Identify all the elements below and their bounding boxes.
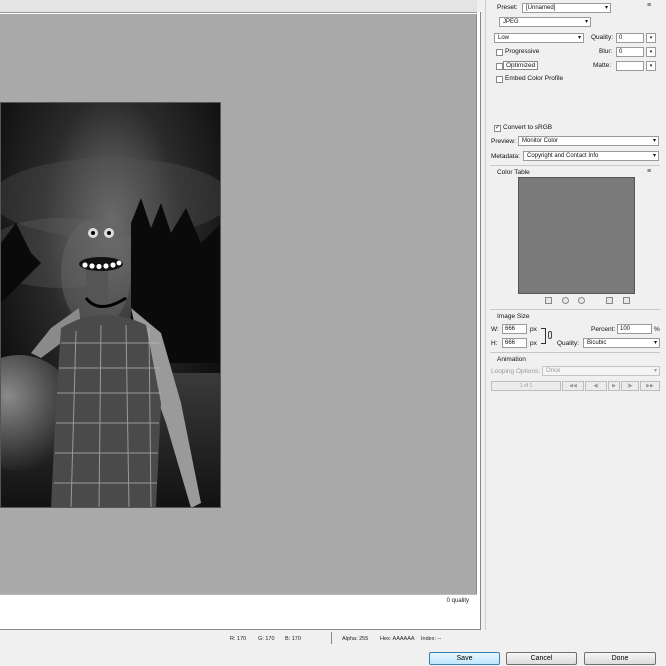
last-frame-icon: ▶▶ — [646, 383, 654, 389]
quality-preset-select[interactable]: Low ▾ — [494, 33, 584, 43]
progressive-label: Progressive — [505, 48, 540, 55]
chevron-down-icon: ▾ — [653, 340, 657, 346]
checkmark-icon: ✓ — [495, 125, 501, 131]
convert-srgb-label: Convert to sRGB — [503, 124, 553, 131]
quality-label: Quality: — [591, 34, 614, 41]
color-table-menu-icon[interactable]: ≡ — [647, 168, 651, 175]
optimized-label: Optimized — [503, 61, 539, 70]
height-input[interactable]: 666 — [502, 338, 527, 348]
percent-unit: % — [654, 326, 660, 333]
done-button[interactable]: Done — [584, 652, 656, 665]
width-unit: px — [530, 326, 537, 333]
preset-value: [Unnamed] — [526, 5, 556, 11]
metadata-label: Metadata: — [491, 153, 520, 160]
color-table-swatches[interactable] — [518, 177, 635, 294]
metadata-select[interactable]: Copyright and Contact Info ▾ — [523, 151, 659, 161]
play-icon: ▶ — [612, 383, 616, 389]
map-transparency-icon[interactable] — [545, 297, 552, 304]
status-alpha: Alpha: 255 — [342, 636, 369, 642]
play-button[interactable]: ▶ — [608, 381, 620, 391]
blur-dropdown-button[interactable]: ▾ — [646, 47, 656, 57]
status-index: Index: -- — [421, 636, 442, 642]
preview-select[interactable]: Monitor Color ▾ — [518, 136, 659, 146]
chevron-down-icon: ▾ — [649, 63, 653, 69]
new-color-icon[interactable] — [606, 297, 613, 304]
chevron-down-icon: ▾ — [577, 35, 581, 41]
format-value: JPEG — [503, 19, 519, 25]
metadata-value: Copyright and Contact Info — [527, 153, 599, 159]
optimized-checkbox[interactable] — [496, 63, 503, 70]
resample-quality-select[interactable]: Bicubic ▾ — [583, 338, 660, 348]
preset-select[interactable]: [Unnamed] ▾ — [522, 3, 611, 13]
last-frame-button[interactable]: ▶▶ — [640, 381, 660, 391]
status-hex: Hex: AAAAAA — [380, 636, 415, 642]
chevron-down-icon: ▾ — [652, 153, 656, 159]
looping-options-select[interactable]: Once ▾ — [542, 366, 660, 376]
frame-counter: 1 of 1 — [491, 381, 561, 391]
lock-color-icon[interactable] — [578, 297, 585, 304]
constrain-bracket — [541, 328, 546, 344]
chevron-down-icon: ▾ — [653, 368, 657, 374]
quality-preset-value: Low — [498, 35, 510, 41]
matte-dropdown-button[interactable]: ▾ — [646, 61, 656, 71]
looping-options-value: Once — [546, 368, 561, 374]
matte-label: Matte: — [593, 62, 612, 69]
animation-title: Animation — [497, 356, 526, 363]
divider — [490, 352, 660, 353]
chevron-down-icon: ▾ — [604, 5, 608, 11]
width-label: W: — [491, 326, 499, 333]
preset-menu-icon[interactable]: ≡ — [647, 2, 651, 9]
quality-dropdown-button[interactable]: ▾ — [646, 33, 656, 43]
chain-link-icon[interactable] — [548, 331, 552, 339]
resample-quality-label: Quality: — [557, 340, 580, 347]
height-label: H: — [491, 340, 498, 347]
looping-options-label: Looping Options: — [491, 368, 541, 375]
web-shift-icon[interactable] — [562, 297, 569, 304]
chevron-down-icon: ▾ — [649, 35, 653, 41]
photo-illustration — [1, 103, 220, 507]
width-input[interactable]: 666 — [502, 324, 527, 334]
embed-color-profile-checkbox[interactable] — [496, 76, 503, 83]
status-blue: B: 170 — [285, 636, 301, 642]
preview-quality-label: 0 quality — [446, 598, 469, 604]
previous-frame-button[interactable]: ◀| — [585, 381, 607, 391]
preset-label: Preset: — [497, 4, 518, 11]
preview-value: Monitor Color — [522, 138, 559, 144]
convert-srgb-checkbox[interactable]: ✓ — [494, 125, 501, 132]
blur-input[interactable]: 0 — [616, 47, 644, 57]
chevron-down-icon: ▾ — [649, 49, 653, 55]
preview-info-strip: 0 quality — [0, 594, 477, 608]
status-green: G: 170 — [258, 636, 275, 642]
height-unit: px — [530, 340, 537, 347]
next-frame-icon: |▶ — [627, 383, 633, 389]
first-frame-button[interactable]: ◀◀ — [562, 381, 584, 391]
previous-frame-icon: ◀| — [593, 383, 599, 389]
save-button[interactable]: Save — [429, 652, 500, 665]
divider — [490, 165, 660, 166]
next-frame-button[interactable]: |▶ — [621, 381, 639, 391]
status-red: R: 170 — [230, 636, 247, 642]
percent-label: Percent: — [591, 326, 616, 333]
status-divider — [331, 632, 332, 644]
resample-quality-value: Bicubic — [587, 340, 607, 346]
percent-input[interactable]: 100 — [617, 324, 652, 334]
preview-tab-bar — [0, 0, 477, 13]
matte-swatch[interactable] — [616, 61, 644, 71]
image-size-title: Image Size — [497, 313, 530, 320]
cancel-button[interactable]: Cancel — [506, 652, 577, 665]
progressive-checkbox[interactable] — [496, 49, 503, 56]
chevron-down-icon: ▾ — [652, 138, 656, 144]
format-select[interactable]: JPEG ▾ — [499, 17, 591, 27]
color-table-title: Color Table — [497, 169, 530, 176]
divider — [490, 309, 660, 310]
blur-label: Blur: — [599, 48, 613, 55]
preview-image — [0, 102, 221, 508]
trash-icon[interactable] — [623, 297, 630, 304]
quality-input[interactable]: 0 — [616, 33, 644, 43]
first-frame-icon: ◀◀ — [569, 383, 577, 389]
embed-color-profile-label: Embed Color Profile — [505, 75, 564, 82]
chevron-down-icon: ▾ — [584, 19, 588, 25]
preview-label: Preview: — [491, 138, 516, 145]
